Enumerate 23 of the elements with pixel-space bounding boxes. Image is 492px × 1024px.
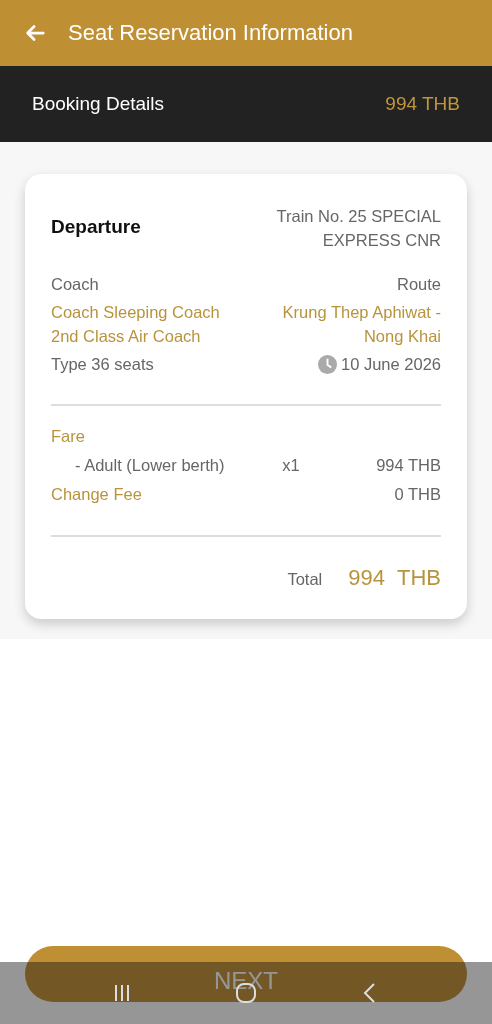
total-currency: THB: [397, 565, 441, 591]
seat-type: Type 36 seats: [51, 354, 154, 375]
fare-item-label: - Adult (Lower berth): [75, 455, 226, 476]
card-title: Departure: [51, 216, 141, 238]
summary-label: Booking Details: [32, 93, 165, 115]
coach-value: Coach Sleeping Coach 2nd Class Air Coach: [51, 302, 221, 347]
total-amount: 994: [348, 565, 385, 591]
back-arrow-icon[interactable]: [24, 22, 46, 44]
clock-icon: [318, 354, 337, 374]
train-name: Train No. 25 SPECIAL EXPRESS CNR: [275, 206, 441, 251]
coach-label: Coach: [51, 274, 99, 295]
screen-title: Seat Reservation Information: [68, 20, 353, 46]
route-value: Krung Thep Aphiwat - Nong Khai: [281, 302, 441, 347]
fare-amount: 994 THB: [375, 455, 441, 476]
summary-amount: 994 THB: [385, 93, 460, 115]
total-label: Total: [287, 570, 323, 589]
fare-label: Fare: [51, 426, 86, 447]
route-label: Route: [396, 274, 441, 295]
next-button[interactable]: NEXT: [25, 946, 467, 1002]
fare-quantity: x1: [281, 455, 301, 476]
fee-amount: 0 THB: [394, 484, 441, 505]
travel-date: 10 June 2026: [341, 354, 441, 375]
fee-label: Change Fee: [51, 484, 142, 505]
